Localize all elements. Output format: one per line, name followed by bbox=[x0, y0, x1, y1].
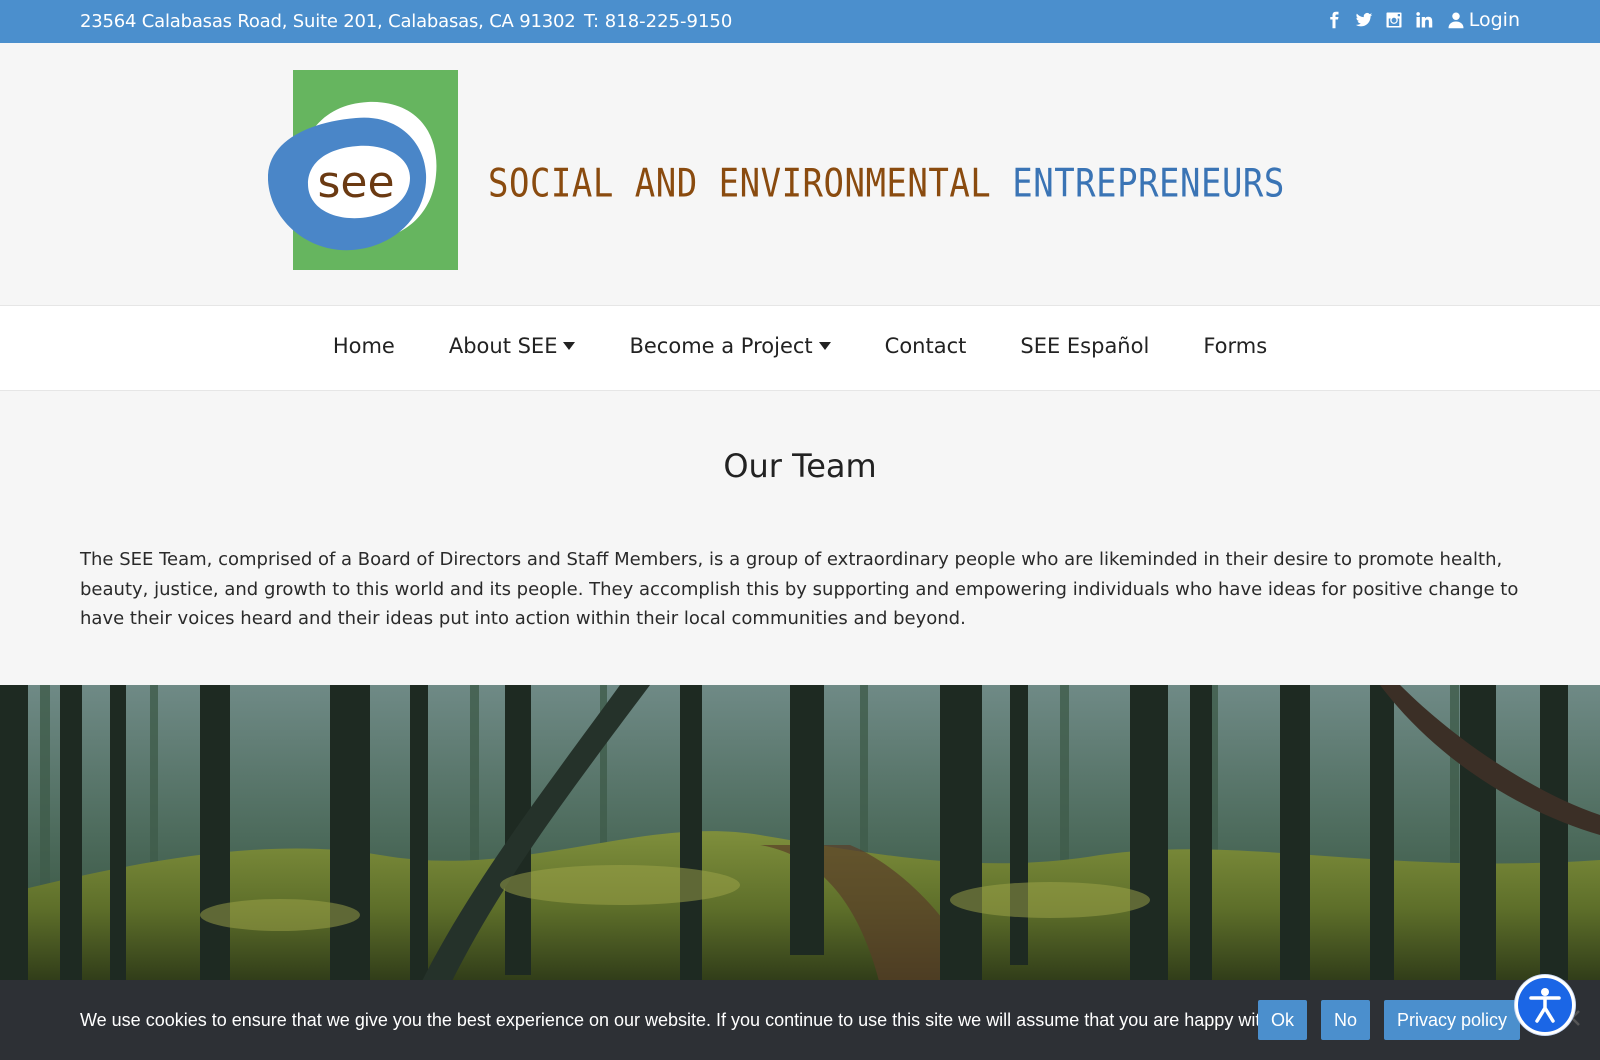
team-intro-text: The SEE Team, comprised of a Board of Di… bbox=[80, 549, 1519, 629]
see-logo-icon[interactable]: see bbox=[268, 70, 468, 270]
page-title: Our Team bbox=[723, 447, 877, 485]
login-label: Login bbox=[1468, 9, 1520, 31]
logo-title: SOCIAL AND ENVIRONMENTAL ENTREPRENEURS bbox=[488, 161, 1285, 207]
instagram-icon[interactable] bbox=[1385, 11, 1403, 29]
accessibility-icon bbox=[1529, 988, 1561, 1023]
logo-title-part2: ENTREPRENEURS bbox=[1012, 161, 1285, 207]
cookie-ok-button[interactable]: Ok bbox=[1258, 1000, 1307, 1040]
cookie-consent-bar: We use cookies to ensure that we give yo… bbox=[0, 980, 1600, 1060]
privacy-policy-button[interactable]: Privacy policy bbox=[1384, 1000, 1520, 1040]
svg-text:see: see bbox=[317, 157, 394, 208]
nav-item-become-a-project[interactable]: Become a Project bbox=[629, 334, 831, 358]
team-intro-section: Our Team The SEE Team, comprised of a Bo… bbox=[0, 391, 1600, 685]
facebook-icon[interactable] bbox=[1325, 11, 1343, 29]
nav-item-see-espanol[interactable]: SEE Español bbox=[1020, 334, 1149, 358]
phone-text: T: 818-225-9150 bbox=[584, 11, 733, 32]
social-links: Login bbox=[1325, 9, 1520, 31]
nav-item-home[interactable]: Home bbox=[333, 334, 395, 358]
linkedin-icon[interactable] bbox=[1415, 11, 1433, 29]
caret-down-icon bbox=[563, 342, 576, 350]
nav-item-about-see[interactable]: About SEE bbox=[449, 334, 576, 358]
nav-item-forms[interactable]: Forms bbox=[1203, 334, 1267, 358]
top-bar: 23564 Calabasas Road, Suite 201, Calabas… bbox=[0, 0, 1600, 43]
logo-title-part1: SOCIAL AND ENVIRONMENTAL bbox=[488, 161, 992, 207]
site-header: see SOCIAL AND ENVIRONMENTAL ENTREPRENEU… bbox=[0, 43, 1600, 305]
login-link[interactable]: Login bbox=[1447, 9, 1520, 31]
main-nav: Home About SEE Become a Project Contact … bbox=[0, 305, 1600, 391]
twitter-icon[interactable] bbox=[1355, 11, 1373, 29]
user-icon bbox=[1448, 12, 1464, 29]
caret-down-icon bbox=[818, 342, 831, 350]
accessibility-button[interactable] bbox=[1515, 975, 1575, 1035]
forest-banner-image bbox=[0, 685, 1600, 985]
nav-item-contact[interactable]: Contact bbox=[885, 334, 967, 358]
cookie-message: We use cookies to ensure that we give yo… bbox=[80, 1010, 1290, 1030]
cookie-no-button[interactable]: No bbox=[1321, 1000, 1370, 1040]
address-text: 23564 Calabasas Road, Suite 201, Calabas… bbox=[80, 11, 576, 32]
